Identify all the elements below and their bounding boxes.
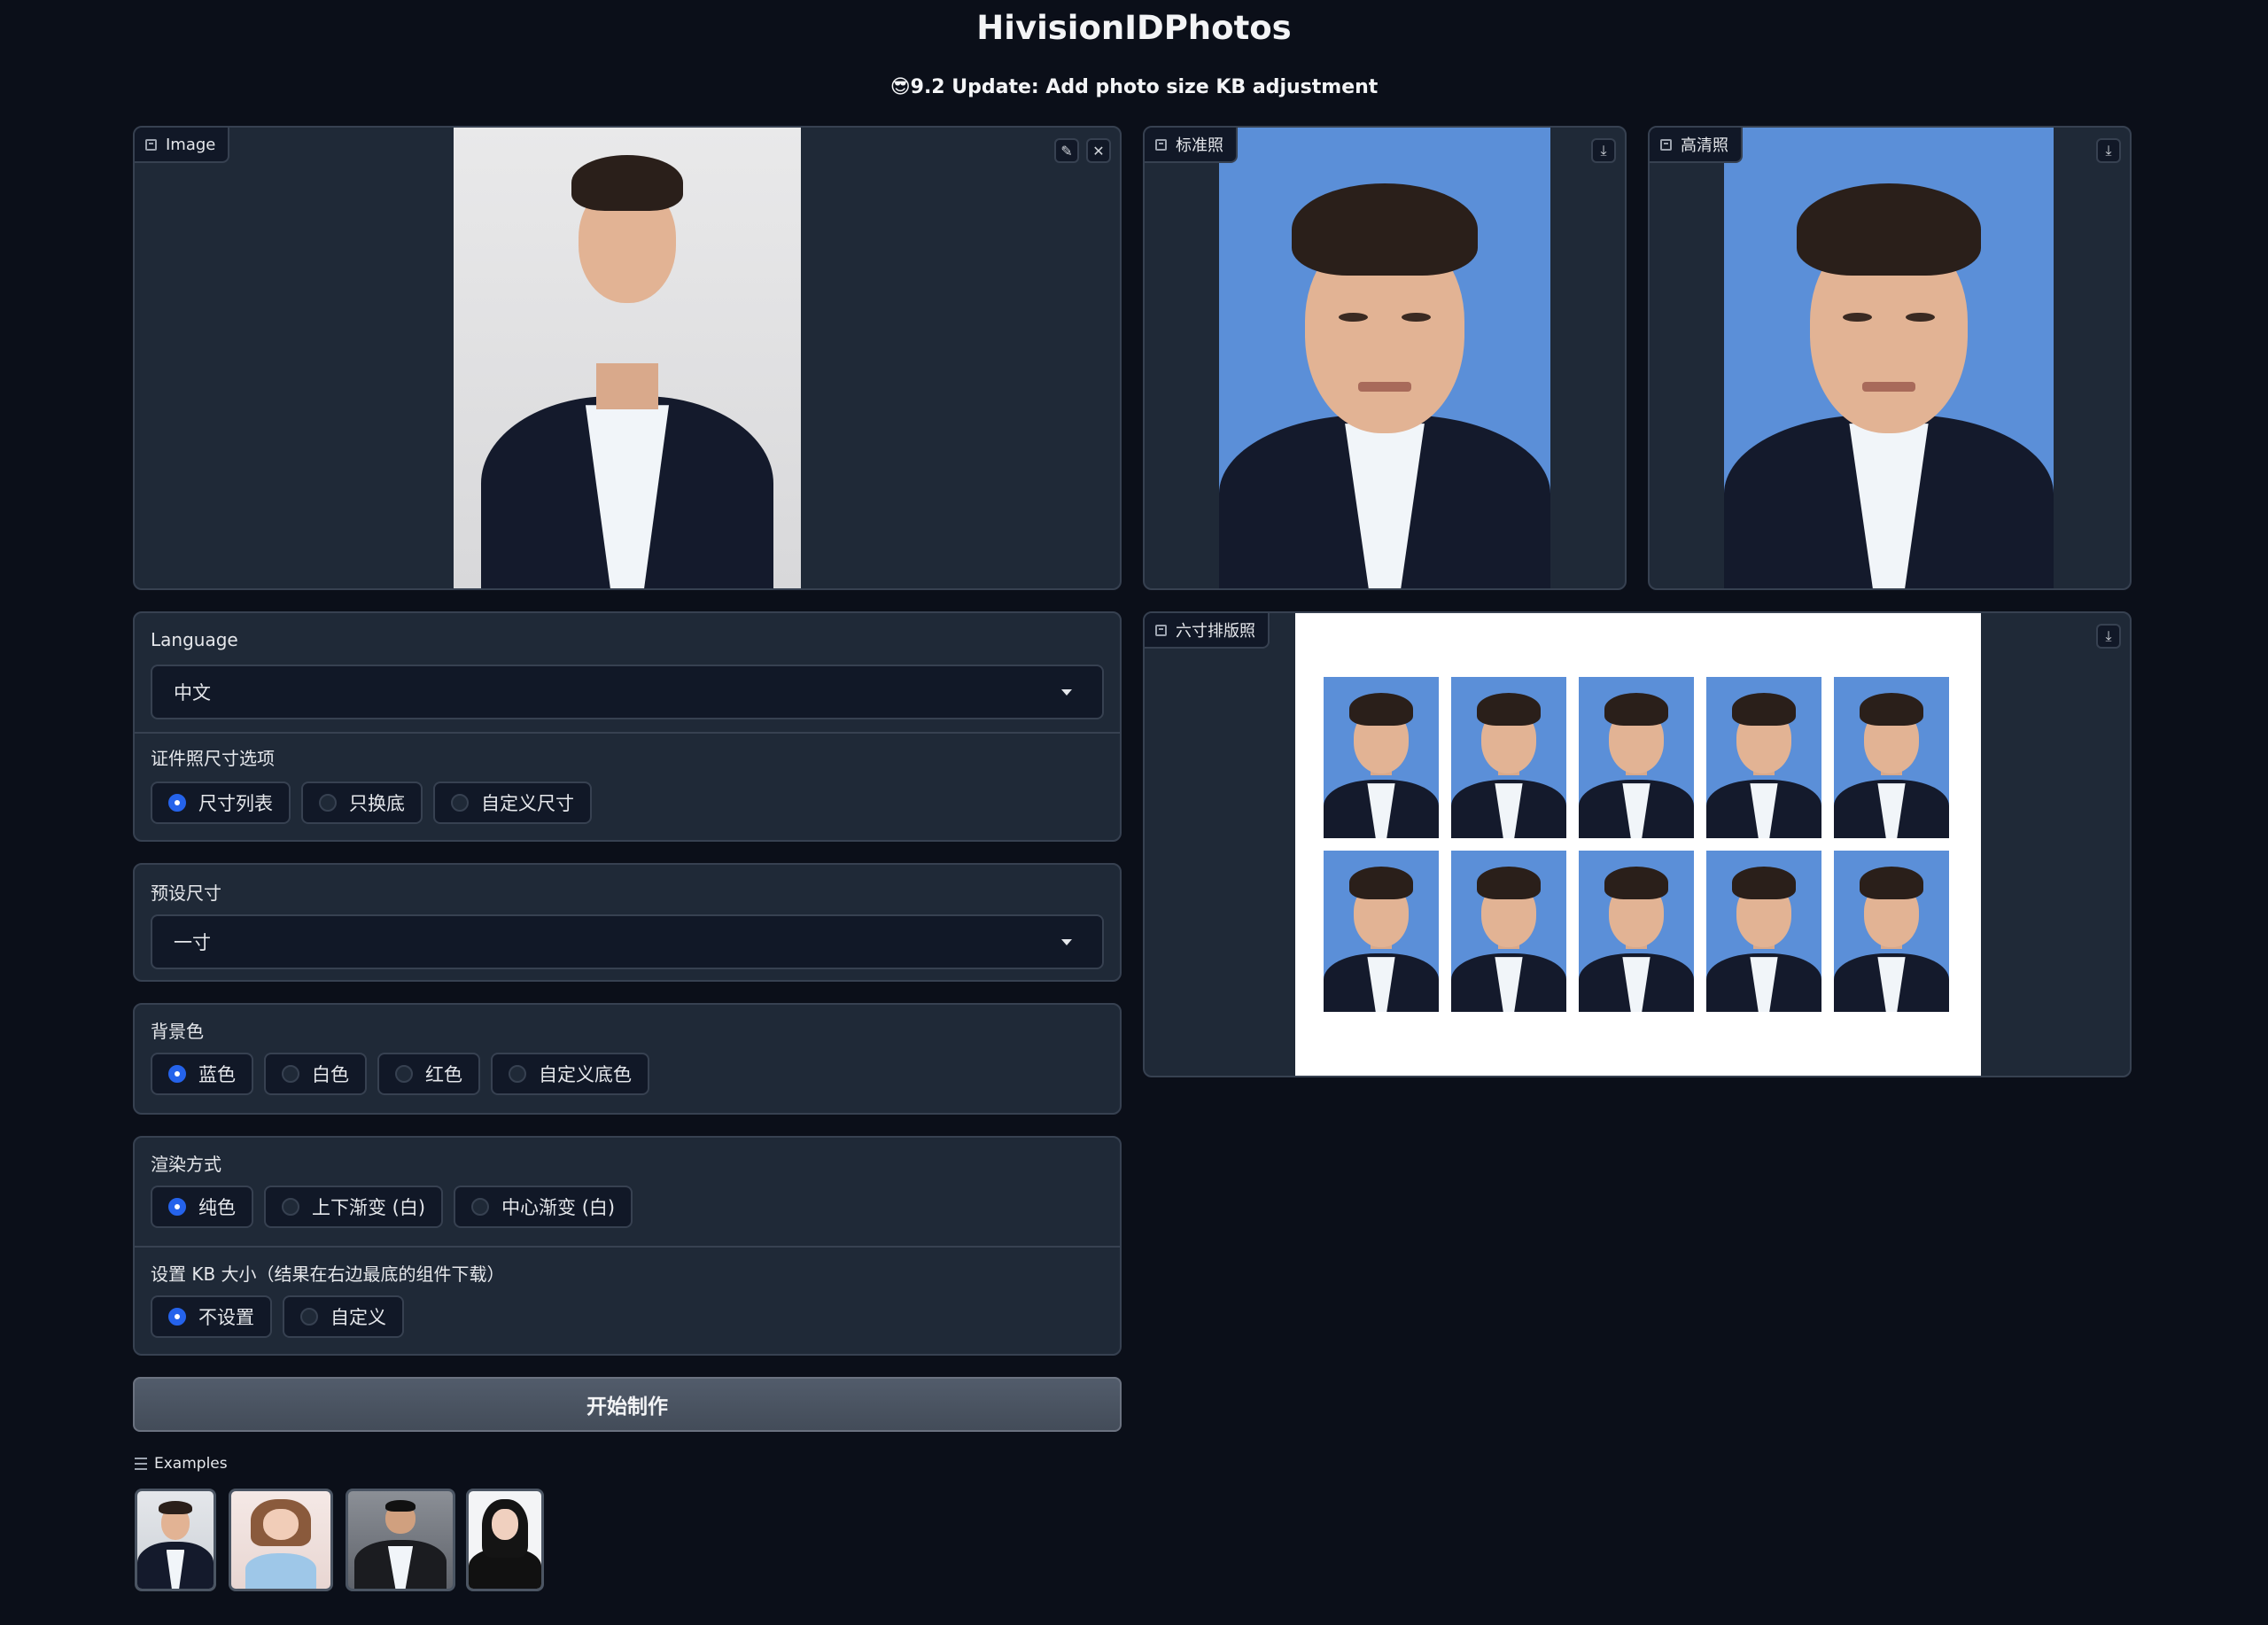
radio-icon bbox=[395, 1065, 413, 1083]
preset-size-label: 预设尺寸 bbox=[151, 882, 221, 904]
radio-icon bbox=[319, 794, 337, 812]
close-icon[interactable]: ✕ bbox=[1086, 138, 1111, 163]
hd-photo bbox=[1724, 128, 2054, 588]
hd-photo-panel: 高清照 ⤓ bbox=[1648, 126, 2132, 590]
layout-photo-tile bbox=[1451, 851, 1566, 1012]
standard-photo-label: 标准照 bbox=[1176, 136, 1223, 155]
language-dropdown[interactable]: 中文 bbox=[151, 665, 1104, 719]
example-thumb-2[interactable] bbox=[229, 1489, 333, 1591]
layout-photo-tile bbox=[1834, 851, 1949, 1012]
layout-photo-tile bbox=[1324, 851, 1439, 1012]
background-color-label: 背景色 bbox=[151, 1021, 204, 1042]
layout-photo-tile bbox=[1579, 851, 1694, 1012]
kb-size-label: 设置 KB 大小（结果在右边最底的组件下载） bbox=[151, 1263, 505, 1285]
radio-icon bbox=[168, 1065, 186, 1083]
layout-photo-tile bbox=[1324, 677, 1439, 838]
language-value: 中文 bbox=[174, 682, 211, 704]
image-icon bbox=[1155, 624, 1167, 636]
preset-size-panel: 预设尺寸 一寸 bbox=[133, 863, 1122, 982]
render-mode-label: 渲染方式 bbox=[151, 1154, 221, 1175]
radio-icon bbox=[168, 1198, 186, 1216]
standard-photo bbox=[1219, 128, 1550, 588]
language-size-panel: Language 中文 证件照尺寸选项 尺寸列表 只换底 自定义尺寸 bbox=[133, 611, 1122, 842]
examples-header: Examples bbox=[135, 1455, 228, 1473]
layout-photo-tag: 六寸排版照 bbox=[1145, 613, 1270, 649]
input-image-panel[interactable]: Image ✎ ✕ bbox=[133, 126, 1122, 590]
update-subtitle: 😎9.2 Update: Add photo size KB adjustmen… bbox=[889, 76, 1379, 98]
download-icon[interactable]: ⤓ bbox=[1591, 138, 1616, 163]
list-icon bbox=[135, 1458, 147, 1470]
size-option-list[interactable]: 尺寸列表 bbox=[151, 781, 291, 824]
standard-photo-tag: 标准照 bbox=[1145, 128, 1238, 163]
preset-size-dropdown[interactable]: 一寸 bbox=[151, 914, 1104, 969]
radio-icon bbox=[168, 1308, 186, 1326]
kb-option-none[interactable]: 不设置 bbox=[151, 1295, 272, 1338]
background-color-panel: 背景色 蓝色 白色 红色 自定义底色 bbox=[133, 1003, 1122, 1115]
bg-option-white[interactable]: 白色 bbox=[264, 1053, 367, 1095]
render-option-vertical-gradient[interactable]: 上下渐变 (白) bbox=[264, 1186, 444, 1228]
bg-option-custom[interactable]: 自定义底色 bbox=[491, 1053, 649, 1095]
layout-photo-tile bbox=[1706, 851, 1821, 1012]
preset-size-value: 一寸 bbox=[174, 932, 211, 953]
bg-option-red[interactable]: 红色 bbox=[377, 1053, 480, 1095]
chevron-down-icon bbox=[1061, 939, 1072, 945]
radio-icon bbox=[471, 1198, 490, 1216]
size-option-change-bg[interactable]: 只换底 bbox=[301, 781, 423, 824]
example-thumb-1[interactable] bbox=[135, 1489, 216, 1591]
bg-option-blue[interactable]: 蓝色 bbox=[151, 1053, 253, 1095]
radio-icon bbox=[282, 1065, 299, 1083]
app-title: HivisionIDPhotos bbox=[976, 9, 1292, 47]
uploaded-photo bbox=[454, 128, 801, 588]
layout-photo-label: 六寸排版照 bbox=[1176, 622, 1255, 641]
background-color-group: 蓝色 白色 红色 自定义底色 bbox=[151, 1053, 649, 1095]
radio-icon bbox=[168, 794, 186, 812]
size-option-custom[interactable]: 自定义尺寸 bbox=[433, 781, 592, 824]
render-option-center-gradient[interactable]: 中心渐变 (白) bbox=[454, 1186, 633, 1228]
image-icon bbox=[145, 138, 157, 151]
kb-option-custom[interactable]: 自定义 bbox=[283, 1295, 404, 1338]
radio-icon bbox=[509, 1065, 526, 1083]
language-label: Language bbox=[151, 629, 238, 650]
chevron-down-icon bbox=[1061, 689, 1072, 696]
download-icon[interactable]: ⤓ bbox=[2096, 624, 2121, 649]
examples-label: Examples bbox=[154, 1455, 228, 1473]
kb-size-group: 不设置 自定义 bbox=[151, 1295, 404, 1338]
layout-photo-tile bbox=[1579, 677, 1694, 838]
image-icon bbox=[1155, 138, 1167, 151]
edit-icon[interactable]: ✎ bbox=[1054, 138, 1079, 163]
start-button[interactable]: 开始制作 bbox=[133, 1377, 1122, 1432]
size-option-label: 证件照尺寸选项 bbox=[151, 748, 275, 769]
standard-photo-panel: 标准照 ⤓ bbox=[1143, 126, 1627, 590]
example-thumb-3[interactable] bbox=[346, 1489, 455, 1591]
hd-photo-label: 高清照 bbox=[1681, 136, 1728, 155]
render-kb-panel: 渲染方式 纯色 上下渐变 (白) 中心渐变 (白) 设置 KB 大小（结果在右边… bbox=[133, 1136, 1122, 1356]
render-option-solid[interactable]: 纯色 bbox=[151, 1186, 253, 1228]
layout-photo-tile bbox=[1706, 677, 1821, 838]
size-option-group: 尺寸列表 只换底 自定义尺寸 bbox=[151, 781, 592, 824]
input-image-tag: Image bbox=[135, 128, 230, 163]
input-image-label: Image bbox=[166, 135, 216, 154]
layout-grid bbox=[1324, 677, 1949, 1012]
layout-photo-tile bbox=[1834, 677, 1949, 838]
hd-photo-tag: 高清照 bbox=[1650, 128, 1743, 163]
render-mode-group: 纯色 上下渐变 (白) 中心渐变 (白) bbox=[151, 1186, 633, 1228]
image-icon bbox=[1660, 138, 1672, 151]
example-thumb-4[interactable] bbox=[466, 1489, 544, 1591]
radio-icon bbox=[451, 794, 469, 812]
radio-icon bbox=[282, 1198, 299, 1216]
layout-photo-tile bbox=[1451, 677, 1566, 838]
radio-icon bbox=[300, 1308, 318, 1326]
download-icon[interactable]: ⤓ bbox=[2096, 138, 2121, 163]
